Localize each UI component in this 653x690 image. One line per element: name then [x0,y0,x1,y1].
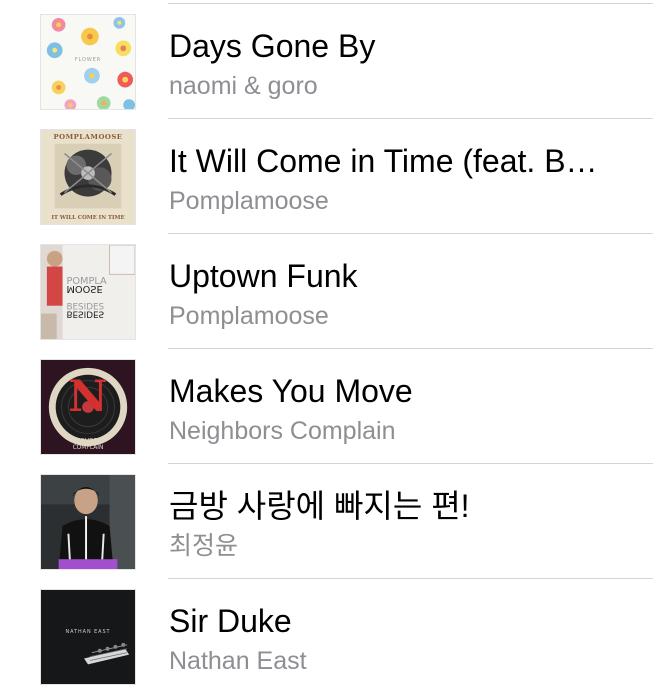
svg-text:NATHAN EAST: NATHAN EAST [65,629,110,635]
svg-text:BESIDES: BESIDES [66,309,104,319]
album-artwork: POMPLAMOOSE IT WILL COME IN TIME [40,129,136,225]
song-list: FLOWER Days Gone By naomi & goro POMPLAM… [0,0,653,690]
song-artist: Pomplamoose [169,302,329,330]
svg-text:COMPLAIN: COMPLAIN [73,445,104,451]
album-artwork: N NEIGHBORS COMPLAIN [40,359,136,455]
song-artist: 최정윤 [169,532,239,560]
album-artwork: FLOWER [40,14,136,110]
besides-album-art: POMPLA MOOSE BESIDES BESIDES [41,245,135,339]
song-artist: Pomplamoose [169,187,329,215]
song-row-it-will-come-in-time[interactable]: POMPLAMOOSE IT WILL COME IN TIME It Will… [0,119,653,234]
song-row-sir-duke[interactable]: NATHAN EAST Sir Duke Nathan East [0,579,653,690]
svg-text:MOOSE: MOOSE [66,283,102,294]
song-title: It Will Come in Time (feat. B… [169,143,598,179]
album-artwork [40,474,136,570]
nathan-east-album-art: NATHAN EAST [41,590,135,684]
song-title: Uptown Funk [169,258,358,294]
pomplamoose-album-art: POMPLAMOOSE IT WILL COME IN TIME [41,130,135,224]
song-title: Days Gone By [169,28,376,64]
svg-text:POMPLAMOOSE: POMPLAMOOSE [54,133,123,141]
portrait-album-art [41,475,135,569]
song-artist: Nathan East [169,647,307,675]
song-row-korean-title[interactable]: 금방 사랑에 빠지는 편! 최정윤 [0,464,653,579]
svg-text:IT WILL COME IN TIME: IT WILL COME IN TIME [51,215,124,221]
song-row-makes-you-move[interactable]: N NEIGHBORS COMPLAIN Makes You Move Neig… [0,349,653,464]
song-artist: Neighbors Complain [169,417,396,445]
svg-text:FLOWER: FLOWER [75,57,101,63]
flower-album-art: FLOWER [41,15,135,109]
svg-text:NEIGHBORS: NEIGHBORS [70,438,105,444]
song-title: Sir Duke [169,603,292,639]
album-artwork: NATHAN EAST [40,589,136,685]
svg-text:N: N [68,372,107,422]
song-row-days-gone-by[interactable]: FLOWER Days Gone By naomi & goro [0,4,653,119]
song-title: 금방 사랑에 빠지는 편! [169,488,470,524]
song-title: Makes You Move [169,373,413,409]
album-artwork: POMPLA MOOSE BESIDES BESIDES [40,244,136,340]
song-artist: naomi & goro [169,72,318,100]
neighbors-complain-album-art: N NEIGHBORS COMPLAIN [41,360,135,454]
song-row-uptown-funk[interactable]: POMPLA MOOSE BESIDES BESIDES Uptown Funk… [0,234,653,349]
